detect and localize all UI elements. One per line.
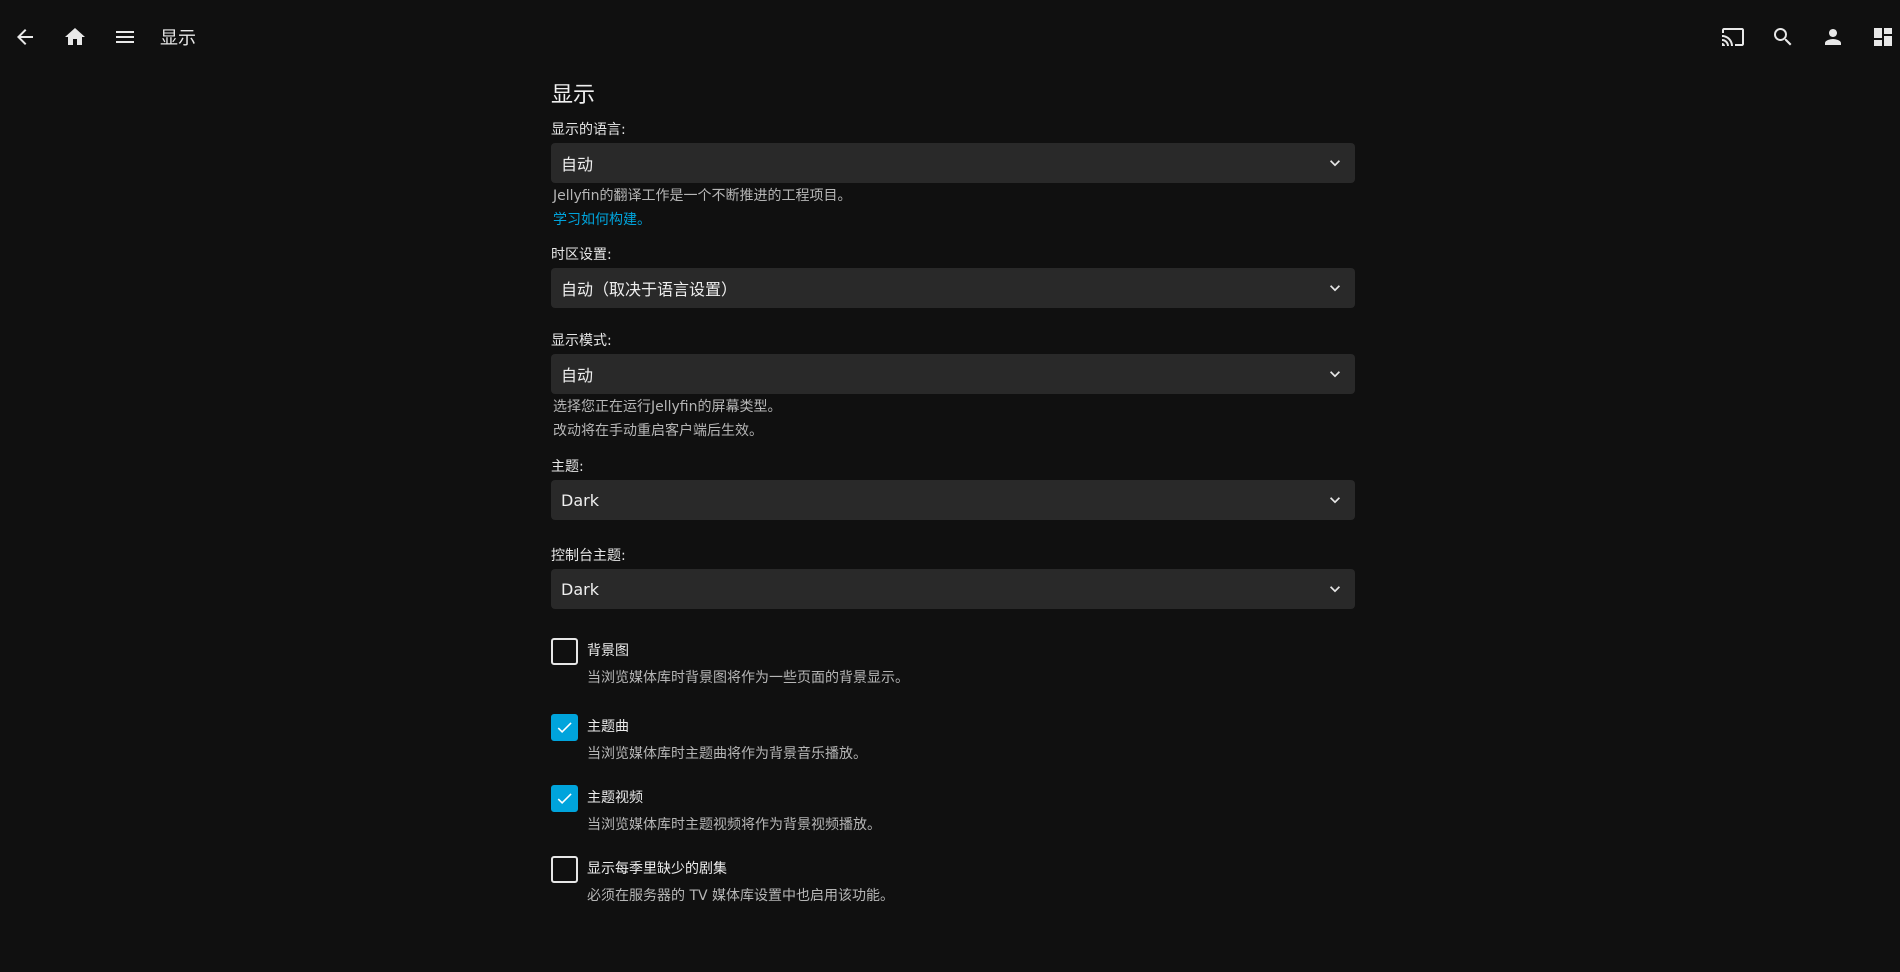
chevron-down-icon <box>1325 490 1345 510</box>
dashboard-theme-select[interactable]: Dark <box>551 569 1355 609</box>
header-right <box>1720 0 1900 74</box>
chevron-down-icon <box>1325 278 1345 298</box>
theme-songs-checkbox-row: 主题曲 当浏览媒体库时主题曲将作为背景音乐播放。 <box>551 714 1355 765</box>
settings-main: 显示 显示的语言: 自动 Jellyfin的翻译工作是一个不断推进的工程项目。 … <box>551 74 1355 907</box>
display-mode-field: 显示模式: 自动 选择您正在运行Jellyfin的屏幕类型。 改动将在手动重启客… <box>551 331 1355 443</box>
theme-label: 主题: <box>551 459 584 475</box>
backdrops-label[interactable]: 背景图 <box>587 638 1355 665</box>
missing-episodes-description: 必须在服务器的 TV 媒体库设置中也启用该功能。 <box>587 888 895 904</box>
theme-songs-label[interactable]: 主题曲 <box>587 714 1355 741</box>
missing-episodes-checkbox-row: 显示每季里缺少的剧集 必须在服务器的 TV 媒体库设置中也启用该功能。 <box>551 856 1355 907</box>
display-mode-select[interactable]: 自动 <box>551 354 1355 394</box>
missing-episodes-label[interactable]: 显示每季里缺少的剧集 <box>587 856 1355 883</box>
chevron-down-icon <box>1325 579 1345 599</box>
search-icon[interactable] <box>1770 24 1796 50</box>
language-help-link-row: 学习如何构建。 <box>551 208 1355 232</box>
theme-videos-checkbox[interactable] <box>551 785 578 812</box>
language-select-value: 自动 <box>561 155 594 174</box>
theme-select[interactable]: Dark <box>551 480 1355 520</box>
timezone-field: 时区设置: 自动（取决于语言设置） <box>551 245 1355 308</box>
timezone-select[interactable]: 自动（取决于语言设置） <box>551 268 1355 308</box>
theme-videos-checkbox-row: 主题视频 当浏览媒体库时主题视频将作为背景视频播放。 <box>551 785 1355 836</box>
language-label: 显示的语言: <box>551 122 626 138</box>
page-title: 显示 <box>551 83 596 108</box>
theme-videos-description: 当浏览媒体库时主题视频将作为背景视频播放。 <box>587 817 881 833</box>
language-help: Jellyfin的翻译工作是一个不断推进的工程项目。 <box>553 188 852 204</box>
header-title: 显示 <box>160 28 196 49</box>
theme-songs-checkbox[interactable] <box>551 714 578 741</box>
timezone-label: 时区设置: <box>551 247 612 263</box>
display-mode-select-value: 自动 <box>561 366 594 385</box>
chevron-down-icon <box>1325 364 1345 384</box>
dashboard-icon[interactable] <box>1870 24 1896 50</box>
missing-episodes-checkbox[interactable] <box>551 856 578 883</box>
home-icon[interactable] <box>62 24 88 50</box>
display-mode-label: 显示模式: <box>551 333 612 349</box>
learn-how-link[interactable]: 学习如何构建。 <box>553 212 651 228</box>
display-mode-help-2: 改动将在手动重启客户端后生效。 <box>553 423 763 439</box>
checkmark-icon <box>557 722 572 734</box>
theme-select-value: Dark <box>561 490 599 510</box>
backdrops-checkbox-row: 背景图 当浏览媒体库时背景图将作为一些页面的背景显示。 <box>551 638 1355 689</box>
backdrops-description: 当浏览媒体库时背景图将作为一些页面的背景显示。 <box>587 670 909 686</box>
theme-videos-label[interactable]: 主题视频 <box>587 785 1355 812</box>
display-mode-help-1: 选择您正在运行Jellyfin的屏幕类型。 <box>553 399 782 415</box>
user-icon[interactable] <box>1820 24 1846 50</box>
chevron-down-icon <box>1325 153 1345 173</box>
app-header: 显示 <box>0 0 1900 74</box>
theme-field: 主题: Dark <box>551 457 1355 520</box>
menu-icon[interactable] <box>112 24 138 50</box>
backdrops-checkbox[interactable] <box>551 638 578 665</box>
theme-songs-description: 当浏览媒体库时主题曲将作为背景音乐播放。 <box>587 746 867 762</box>
dashboard-theme-field: 控制台主题: Dark <box>551 546 1355 609</box>
dashboard-theme-label: 控制台主题: <box>551 548 626 564</box>
language-select[interactable]: 自动 <box>551 143 1355 183</box>
header-left: 显示 <box>0 0 196 74</box>
checkmark-icon <box>557 793 572 805</box>
back-arrow-icon[interactable] <box>12 24 38 50</box>
cast-icon[interactable] <box>1720 24 1746 50</box>
dashboard-theme-select-value: Dark <box>561 579 599 599</box>
language-field: 显示的语言: 自动 Jellyfin的翻译工作是一个不断推进的工程项目。 学习如… <box>551 120 1355 232</box>
timezone-select-value: 自动（取决于语言设置） <box>561 280 738 299</box>
